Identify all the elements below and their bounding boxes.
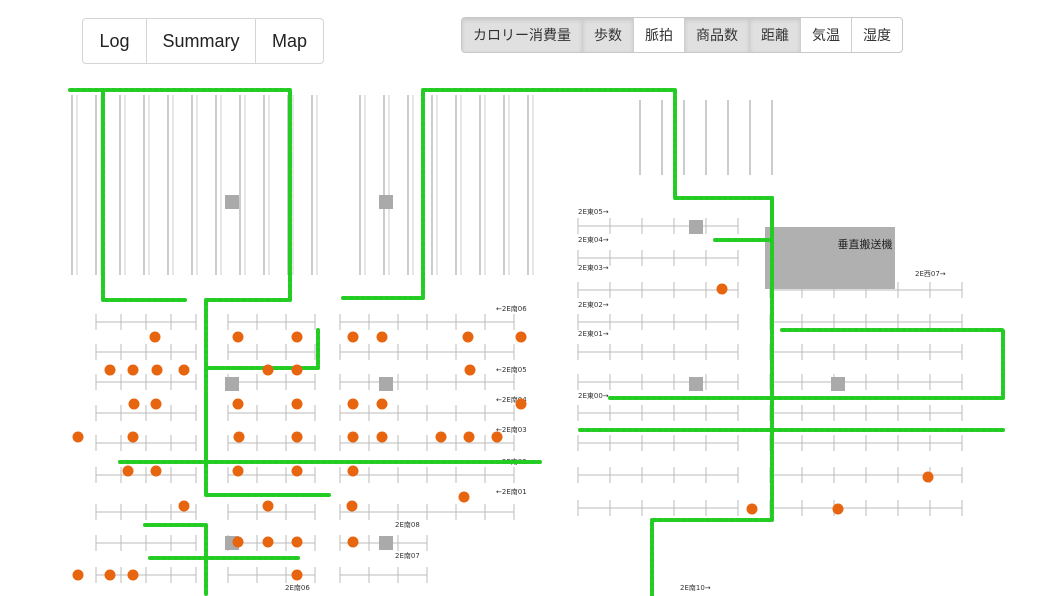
order-point xyxy=(515,398,527,410)
metric-items-button[interactable]: 商品数 xyxy=(685,18,750,52)
order-point xyxy=(178,500,190,512)
aisle-label: 2E南08 xyxy=(395,520,420,529)
metric-distance-button[interactable]: 距離 xyxy=(750,18,801,52)
order-point xyxy=(232,331,244,343)
order-point xyxy=(462,331,474,343)
order-point xyxy=(232,398,244,410)
aisle-label: ←2E南05 xyxy=(496,365,527,374)
metric-pulse-button[interactable]: 脈拍 xyxy=(634,18,685,52)
order-point xyxy=(262,500,274,512)
pillar-block xyxy=(689,377,703,391)
route-segment xyxy=(341,88,774,300)
aisle-label: 2E西07→ xyxy=(915,270,946,278)
metric-temperature-button[interactable]: 気温 xyxy=(801,18,852,52)
pillar-block xyxy=(379,195,393,209)
order-point xyxy=(178,364,190,376)
aisle-label: 2E東01→ xyxy=(578,329,609,338)
order-point xyxy=(376,431,388,443)
order-point xyxy=(262,364,274,376)
order-point xyxy=(151,364,163,376)
order-point xyxy=(515,331,527,343)
order-point xyxy=(922,471,934,483)
warehouse-floor-map[interactable]: 垂直搬送機 ←2E南06←2E南05←2E南04←2E南03←2E南02←2E南… xyxy=(0,65,1053,596)
order-point xyxy=(122,465,134,477)
pillar-block xyxy=(225,377,239,391)
order-point xyxy=(149,331,161,343)
metric-steps-button[interactable]: 歩数 xyxy=(583,18,634,52)
order-point xyxy=(291,364,303,376)
aisle-label: 2E東02→ xyxy=(578,300,609,309)
aisle-label: ←2E南01 xyxy=(496,487,527,496)
order-point xyxy=(291,431,303,443)
tab-log[interactable]: Log xyxy=(83,19,147,63)
tab-map[interactable]: Map xyxy=(256,19,323,63)
order-point xyxy=(150,465,162,477)
order-point xyxy=(291,465,303,477)
vertical-conveyor-label: 垂直搬送機 xyxy=(838,237,893,251)
order-point xyxy=(716,283,728,295)
order-point xyxy=(127,431,139,443)
order-point xyxy=(128,398,140,410)
order-point xyxy=(291,569,303,581)
order-point xyxy=(347,536,359,548)
metric-toggle-group: カロリー消費量 歩数 脈拍 商品数 距離 気温 湿度 xyxy=(461,17,903,53)
order-point xyxy=(463,431,475,443)
order-point xyxy=(72,569,84,581)
walking-route xyxy=(68,88,1005,596)
order-point xyxy=(291,331,303,343)
order-point xyxy=(347,431,359,443)
aisle-label: 2E東05→ xyxy=(578,207,609,216)
order-point xyxy=(464,364,476,376)
order-point xyxy=(232,536,244,548)
metric-calories-button[interactable]: カロリー消費量 xyxy=(462,18,583,52)
aisle-label: 2E東00→ xyxy=(578,391,609,400)
order-point xyxy=(435,431,447,443)
order-point xyxy=(150,398,162,410)
aisle-label: ←2E南06 xyxy=(496,304,527,313)
pillar-block xyxy=(831,377,845,391)
order-point xyxy=(347,398,359,410)
order-point xyxy=(127,364,139,376)
order-point xyxy=(346,500,358,512)
pillar-block xyxy=(379,377,393,391)
order-point xyxy=(746,503,758,515)
order-point xyxy=(347,331,359,343)
pillar-block xyxy=(689,220,703,234)
vertical-conveyor-box xyxy=(765,227,895,289)
vertical-conveyor: 垂直搬送機 xyxy=(765,227,895,289)
metric-humidity-button[interactable]: 湿度 xyxy=(852,18,902,52)
pillar-block xyxy=(379,536,393,550)
order-point xyxy=(832,503,844,515)
pillar-block xyxy=(225,195,239,209)
order-point xyxy=(127,569,139,581)
pillar-layer xyxy=(225,195,845,550)
view-tabs: Log Summary Map xyxy=(82,18,324,64)
aisle-label: 2E南06 xyxy=(285,583,310,592)
aisle-label: 2E南10→ xyxy=(680,583,711,592)
tab-summary[interactable]: Summary xyxy=(147,19,256,63)
order-point xyxy=(232,465,244,477)
order-point xyxy=(233,431,245,443)
aisle-label: ←2E南03 xyxy=(496,425,527,434)
order-point xyxy=(376,398,388,410)
order-point xyxy=(491,431,503,443)
aisle-label: 2E東03→ xyxy=(578,263,609,272)
route-segment xyxy=(143,523,208,596)
order-point xyxy=(458,491,470,503)
order-point xyxy=(291,398,303,410)
order-point xyxy=(104,364,116,376)
route-segment xyxy=(68,88,332,497)
order-point xyxy=(104,569,116,581)
aisle-label: 2E南07 xyxy=(395,551,420,560)
route-segment xyxy=(608,328,1005,400)
aisle-label: 2E東04→ xyxy=(578,235,609,244)
order-point xyxy=(347,465,359,477)
order-point xyxy=(376,331,388,343)
order-point xyxy=(291,536,303,548)
route-segment xyxy=(204,396,542,464)
order-point xyxy=(72,431,84,443)
order-point xyxy=(262,536,274,548)
